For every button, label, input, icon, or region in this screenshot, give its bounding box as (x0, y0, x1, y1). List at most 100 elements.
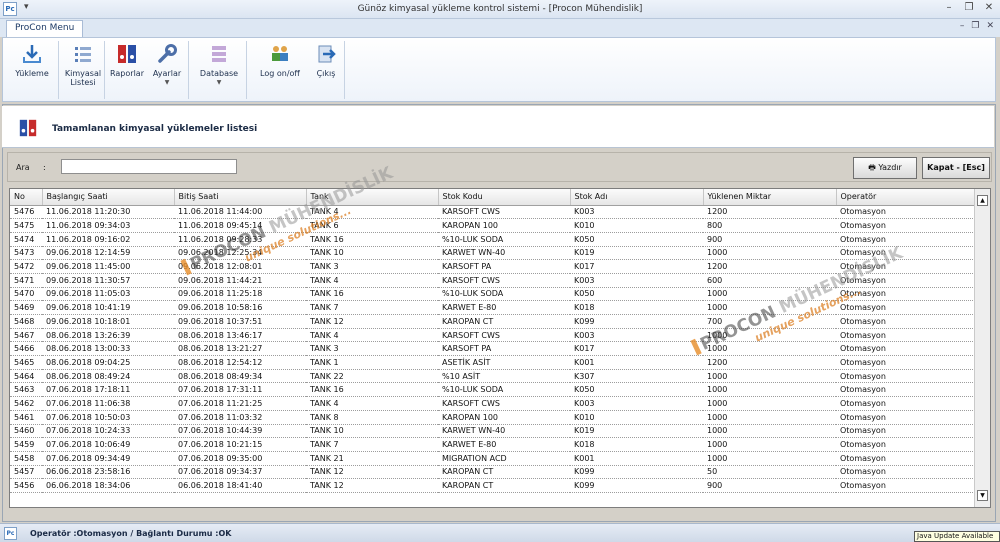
table-row[interactable]: 5460 07.06.2018 10:24:33 07.06.2018 10:44:… (10, 424, 975, 439)
table-cell: Otomasyon (836, 314, 975, 329)
print-button[interactable]: 🖶 Yazdır (853, 157, 917, 179)
table-cell: K050 (570, 287, 703, 302)
table-cell: 5463 (10, 382, 42, 398)
panel-header: Tamamlanan kimyasal yüklemeler listesi (2, 106, 994, 148)
raporlar-button[interactable]: Raporlar (109, 41, 145, 78)
table-row[interactable]: 5461 07.06.2018 10:50:03 07.06.2018 11:03:… (10, 410, 975, 425)
search-input[interactable] (61, 159, 237, 174)
table-cell: 07.06.2018 17:18:11 (42, 382, 174, 398)
table-cell: TANK 16 (306, 287, 438, 302)
table-cell: %10-LUK SODA (438, 232, 570, 247)
column-header[interactable]: Stok Adı (570, 189, 704, 206)
table-row[interactable]: 5474 11.06.2018 09:16:02 11.06.2018 09:28:… (10, 232, 975, 247)
table-row[interactable]: 5472 09.06.2018 11:45:00 09.06.2018 12:08:… (10, 259, 975, 274)
table-row[interactable]: 5464 08.06.2018 08:49:24 08.06.2018 08:49:… (10, 369, 975, 384)
table-cell: 5466 (10, 341, 42, 357)
table-row[interactable]: 5469 09.06.2018 10:41:19 09.06.2018 10:58:… (10, 300, 975, 315)
close-icon[interactable]: ✕ (982, 1, 996, 15)
table-cell: 5456 (10, 478, 42, 493)
column-header[interactable]: Tank (306, 189, 439, 206)
table-cell: 11.06.2018 09:45:14 (174, 218, 306, 233)
table-cell: K019 (570, 424, 703, 439)
printer-icon: 🖶 (868, 163, 876, 172)
table-row[interactable]: 5463 07.06.2018 17:18:11 07.06.2018 17:31:… (10, 382, 975, 398)
table-cell: Otomasyon (836, 382, 975, 398)
table-cell: 06.06.2018 18:34:06 (42, 478, 174, 493)
cikis-button[interactable]: Çıkış (311, 41, 341, 78)
table-row[interactable]: 5471 09.06.2018 11:30:57 09.06.2018 11:44:… (10, 273, 975, 288)
restore-icon[interactable]: ❐ (962, 1, 976, 15)
table-cell: 900 (703, 478, 836, 493)
table-cell: KARWET E-80 (438, 300, 570, 315)
table-cell: 1000 (703, 328, 836, 343)
minimize-icon[interactable]: – (942, 1, 956, 15)
table-cell: K050 (570, 382, 703, 398)
database-button[interactable]: Database ▼ (195, 41, 243, 87)
table-row[interactable]: 5465 08.06.2018 09:04:25 08.06.2018 12:54:… (10, 355, 975, 370)
table-cell: 5469 (10, 300, 42, 315)
table-row[interactable]: 5467 08.06.2018 13:26:39 08.06.2018 13:46:… (10, 328, 975, 343)
table-cell: KAROPAN CT (438, 314, 570, 329)
column-header[interactable]: Stok Kodu (438, 189, 571, 206)
scroll-up-icon[interactable]: ▲ (977, 195, 988, 206)
table-cell: 1000 (703, 341, 836, 357)
table-row[interactable]: 5475 11.06.2018 09:34:03 11.06.2018 09:45:… (10, 218, 975, 233)
table-row[interactable]: 5459 07.06.2018 10:06:49 07.06.2018 10:21:… (10, 437, 975, 452)
search-colon: : (43, 163, 46, 172)
table-row[interactable]: 5470 09.06.2018 11:05:03 09.06.2018 11:25:… (10, 287, 975, 302)
mdi-close-icon[interactable]: ✕ (986, 21, 994, 31)
table-cell: 08.06.2018 13:21:27 (174, 341, 306, 357)
close-button[interactable]: Kapat - [Esc] (922, 157, 990, 179)
table-cell: TANK 4 (306, 396, 438, 411)
column-header[interactable]: No (10, 189, 43, 206)
table-cell: TANK 4 (306, 273, 438, 288)
table-cell: KARSOFT PA (438, 259, 570, 274)
table-cell: TANK 4 (306, 328, 438, 343)
column-header[interactable]: Yüklenen Miktar (703, 189, 837, 206)
column-header[interactable]: Başlangıç Saati (42, 189, 175, 206)
vertical-scrollbar[interactable]: ▲ ▼ (974, 189, 990, 507)
table-cell: 5458 (10, 451, 42, 466)
mdi-controls: – ❐ ✕ (960, 21, 994, 31)
table-cell: 1000 (703, 287, 836, 302)
table-row[interactable]: 5466 08.06.2018 13:00:33 08.06.2018 13:21:… (10, 341, 975, 357)
column-header[interactable]: Operatör (836, 189, 976, 206)
list-icon (72, 43, 94, 65)
ayarlar-button[interactable]: Ayarlar ▼ (149, 41, 185, 87)
table-row[interactable]: 5468 09.06.2018 10:18:01 09.06.2018 10:37:… (10, 314, 975, 329)
table-row[interactable]: 5456 06.06.2018 18:34:06 06.06.2018 18:41:… (10, 478, 975, 493)
logonoff-button[interactable]: Log on/off (255, 41, 305, 78)
table-cell: TANK 3 (306, 341, 438, 357)
table-cell: 5459 (10, 437, 42, 452)
column-header[interactable]: Bitiş Saati (174, 189, 307, 206)
mdi-minimize-icon[interactable]: – (960, 21, 965, 31)
table-row[interactable]: 5458 07.06.2018 09:34:49 07.06.2018 09:35:… (10, 451, 975, 466)
table-cell: TANK 10 (306, 246, 438, 261)
scroll-down-icon[interactable]: ▼ (977, 490, 988, 501)
kimyasal-listesi-button[interactable]: Kimyasal Listesi (63, 41, 103, 87)
table-row[interactable]: 5476 11.06.2018 11:20:30 11.06.2018 11:44:… (10, 205, 975, 220)
java-update-tooltip[interactable]: Java Update Available (914, 531, 1000, 542)
ribbon-group-yukleme: Yükleme (5, 41, 59, 99)
table-cell: 09.06.2018 10:18:01 (42, 314, 174, 329)
table-cell: TANK 1 (306, 355, 438, 370)
mdi-restore-icon[interactable]: ❐ (971, 21, 979, 31)
raporlar-label: Raporlar (110, 69, 144, 78)
table-cell: K019 (570, 246, 703, 261)
table-cell: Otomasyon (836, 300, 975, 315)
table-row[interactable]: 5462 07.06.2018 11:06:38 07.06.2018 11:21:… (10, 396, 975, 411)
table-cell: K099 (570, 478, 703, 493)
table-cell: 09.06.2018 12:14:59 (42, 246, 174, 261)
table-cell: Otomasyon (836, 205, 975, 220)
table-row[interactable]: 5457 06.06.2018 23:58:16 07.06.2018 09:34:… (10, 465, 975, 480)
search-bar: Ara : 🖶 Yazdır Kapat - [Esc] (7, 152, 992, 182)
table-cell: 1200 (703, 205, 836, 220)
table-cell: 5465 (10, 355, 42, 370)
tab-procon-menu[interactable]: ProCon Menu (6, 20, 84, 37)
yukleme-button[interactable]: Yükleme (9, 41, 55, 78)
table-cell: Otomasyon (836, 396, 975, 411)
table-cell: 5457 (10, 465, 42, 480)
table-cell: TANK 21 (306, 451, 438, 466)
table-row[interactable]: 5473 09.06.2018 12:14:59 09.06.2018 12:25:… (10, 246, 975, 261)
table-cell: K003 (570, 205, 703, 220)
